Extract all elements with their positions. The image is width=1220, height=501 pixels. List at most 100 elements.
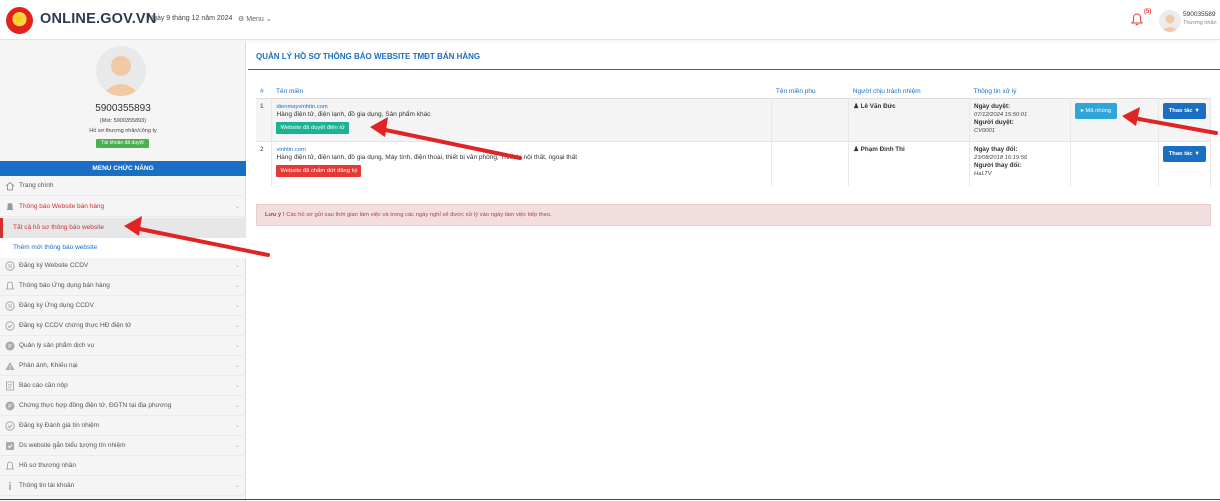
sidebar-item-website-notification[interactable]: Thông báo Website bán hàng ⌄ xyxy=(0,197,246,217)
row-index: 1 xyxy=(256,97,273,141)
document-icon xyxy=(5,381,15,391)
row-domain-cell: vinhtin.com Hàng điện tử, điện lạnh, đồ … xyxy=(271,140,773,186)
sidebar-subitem-add-notification[interactable]: Thêm mới thông báo website xyxy=(0,238,246,258)
chevron-down-icon: ⌄ xyxy=(235,363,241,369)
sidebar-item-credit-rating[interactable]: Đăng ký Đánh giá tín nhiệm ⌄ xyxy=(0,416,246,436)
sidebar-item-merchant-profile[interactable]: Hồ sơ thương nhân xyxy=(0,456,246,476)
sidebar-item-label: Thông báo Website bán hàng xyxy=(19,203,105,210)
row-embed-cell: ▸ Mã nhúng xyxy=(1070,97,1159,141)
sidebar-item-trust-badge-list[interactable]: Ds website gắn biểu tượng tín nhiệm ⌄ xyxy=(0,436,246,456)
user-avatar[interactable] xyxy=(1159,10,1181,32)
row-domain-cell: dienmayvinhtin.com Hàng điện tử, điện lạ… xyxy=(271,97,773,141)
top-navbar: ONLINE.GOV.VN Ngày 9 tháng 12 năm 2024 ⚙… xyxy=(0,0,1220,40)
sidebar-item-complaints[interactable]: Phản ánh, Khiếu nại ⌄ xyxy=(0,356,246,376)
user-icon: ♟ xyxy=(853,102,859,110)
responsible-person: Phạm Đình Thi xyxy=(860,145,905,153)
status-badge-terminated: Website đã chấm dứt đăng ký xyxy=(276,164,362,177)
profile-avatar xyxy=(96,46,146,96)
chevron-down-icon: ⌄ xyxy=(235,443,241,449)
chevron-down-icon: ⌄ xyxy=(235,323,241,329)
chevron-down-icon: ⌄ xyxy=(235,283,241,289)
responsible-person: Lê Văn Đức xyxy=(860,102,896,110)
row-processing-info: Ngày thay đổi: 23/08/2018 16:19:56 Người… xyxy=(969,140,1071,186)
changed-date-label: Ngày thay đổi: xyxy=(974,145,1018,153)
row-subdomain xyxy=(771,140,850,186)
sidebar-item-label: Đăng ký Ứng dụng CCDV xyxy=(19,302,94,309)
bell-icon xyxy=(5,281,15,291)
sidebar-item-register-app[interactable]: R Đăng ký Ứng dụng CCDV ⌄ xyxy=(0,296,246,316)
row-embed-cell xyxy=(1070,140,1159,186)
current-date: Ngày 9 tháng 12 năm 2024 xyxy=(148,15,233,22)
page-title: QUẢN LÝ HỒ SƠ THÔNG BÁO WEBSITE TMĐT BÁN… xyxy=(256,52,481,61)
column-header-index: # xyxy=(256,86,272,99)
domain-description: Hàng điện tử, điện lạnh, đồ gia dụng, Má… xyxy=(276,153,578,161)
caret-down-icon: ▼ xyxy=(1194,107,1200,114)
gear-icon: ⚙ xyxy=(238,16,245,23)
user-icon: ♟ xyxy=(853,145,859,153)
notification-bell-icon[interactable] xyxy=(1131,13,1143,26)
notice-alert: Lưu ý ! Các hồ sơ gửi sau thời gian làm … xyxy=(256,204,1211,226)
user-role: Thương nhân xyxy=(1183,20,1217,26)
warning-icon xyxy=(5,361,15,371)
sidebar-item-local-certification[interactable]: P Chứng thực hợp đồng điện tử, ĐGTN tại … xyxy=(0,396,246,416)
table-header-row: # Tên miền Tên miền phụ Người chịu trách… xyxy=(256,86,1211,99)
domain-description: Hàng điện tử, điện lạnh, đồ gia dụng, Sả… xyxy=(276,110,431,118)
title-divider xyxy=(248,69,1220,70)
approver-value: CV0001 xyxy=(974,127,995,134)
sidebar-item-register-e-contract[interactable]: Đăng ký CCDV chứng thực HĐ điện tử ⌄ xyxy=(0,316,246,336)
sidebar-item-label: Đăng ký Đánh giá tín nhiệm xyxy=(19,422,100,429)
sidebar-item-reports[interactable]: Báo cáo cần nộp ⌄ xyxy=(0,376,246,396)
svg-text:R: R xyxy=(8,264,12,270)
sidebar-item-label: Báo cáo cần nộp xyxy=(19,382,68,389)
sidebar-item-account-info[interactable]: Thông tin tài khoản ⌄ xyxy=(0,476,246,496)
caret-down-icon: ▼ xyxy=(1194,150,1200,157)
user-menu[interactable]: 590035589 Thương nhân xyxy=(1183,11,1217,26)
chevron-down-icon: ⌄ xyxy=(235,343,241,349)
user-id: 590035589 xyxy=(1183,11,1216,18)
sidebar-item-home[interactable]: Trang chính xyxy=(0,176,246,196)
domain-link[interactable]: dienmayvinhtin.com xyxy=(276,103,767,111)
svg-text:P: P xyxy=(8,344,12,350)
bell-icon xyxy=(5,461,15,471)
sidebar: 5900355893 (Mst: 5900355893) Hồ sơ thươn… xyxy=(0,41,246,501)
svg-text:P: P xyxy=(8,404,12,410)
notification-count: (5) xyxy=(1144,9,1152,15)
sidebar-item-label: Đăng ký CCDV chứng thực HĐ điện tử xyxy=(19,322,132,329)
column-header-actions xyxy=(1158,86,1211,99)
changed-by-label: Người thay đổi: xyxy=(974,161,1022,169)
home-icon xyxy=(5,181,15,191)
notification-table: # Tên miền Tên miền phụ Người chịu trách… xyxy=(256,86,1212,186)
sidebar-item-label: Trang chính xyxy=(19,182,54,189)
checkbox-icon xyxy=(5,441,15,451)
p-circle-icon: P xyxy=(5,341,15,351)
row-processing-info: Ngày duyệt: 07/12/2024 15:50:01 Người du… xyxy=(969,97,1071,141)
action-dropdown-button[interactable]: Thao tác ▼ xyxy=(1162,102,1206,119)
tag-icon: ▸ xyxy=(1080,107,1084,114)
embed-code-button[interactable]: ▸ Mã nhúng xyxy=(1074,102,1118,119)
main-content: QUẢN LÝ HỒ SƠ THÔNG BÁO WEBSITE TMĐT BÁN… xyxy=(248,41,1220,501)
p-circle-icon: P xyxy=(5,401,15,411)
sidebar-item-label: Hồ sơ thương nhân xyxy=(19,462,76,469)
menu-dropdown[interactable]: ⚙ Menu ⌄ xyxy=(238,15,272,23)
domain-link[interactable]: vinhtin.com xyxy=(276,146,767,154)
column-header-responsible: Người chịu trách nhiệm xyxy=(848,86,970,99)
sidebar-subitem-all-notifications[interactable]: Tất cả hồ sơ thông báo website xyxy=(0,218,246,238)
sidebar-item-app-notification[interactable]: Thông báo Ứng dụng bán hàng ⌄ xyxy=(0,276,246,296)
row-index: 2 xyxy=(256,140,273,186)
site-title[interactable]: ONLINE.GOV.VN xyxy=(40,11,156,27)
status-badge-approved: Website đã duyệt điện tử xyxy=(276,121,349,134)
sidebar-item-label: Đăng ký Website CCDV xyxy=(19,262,89,269)
national-emblem-logo[interactable] xyxy=(6,7,33,34)
chevron-down-icon: ⌄ xyxy=(235,423,241,429)
check-circle-icon xyxy=(5,421,15,431)
chevron-down-icon: ⌄ xyxy=(235,303,241,309)
sidebar-item-label: Thông báo Ứng dụng bán hàng xyxy=(19,282,110,289)
profile-id: 5900355893 xyxy=(95,103,151,114)
registered-icon: R xyxy=(5,301,15,311)
sidebar-item-products[interactable]: P Quản lý sản phẩm dịch vụ ⌄ xyxy=(0,336,246,356)
action-dropdown-button[interactable]: Thao tác ▼ xyxy=(1162,145,1206,162)
sidebar-item-label: Ds website gắn biểu tượng tín nhiệm xyxy=(19,442,126,449)
sidebar-item-register-website[interactable]: R Đăng ký Website CCDV ⌄ xyxy=(0,256,246,276)
changed-date-value: 23/08/2018 16:19:56 xyxy=(974,154,1028,161)
sidebar-item-label: Chứng thực hợp đồng điện tử, ĐGTN tại đị… xyxy=(19,402,172,409)
